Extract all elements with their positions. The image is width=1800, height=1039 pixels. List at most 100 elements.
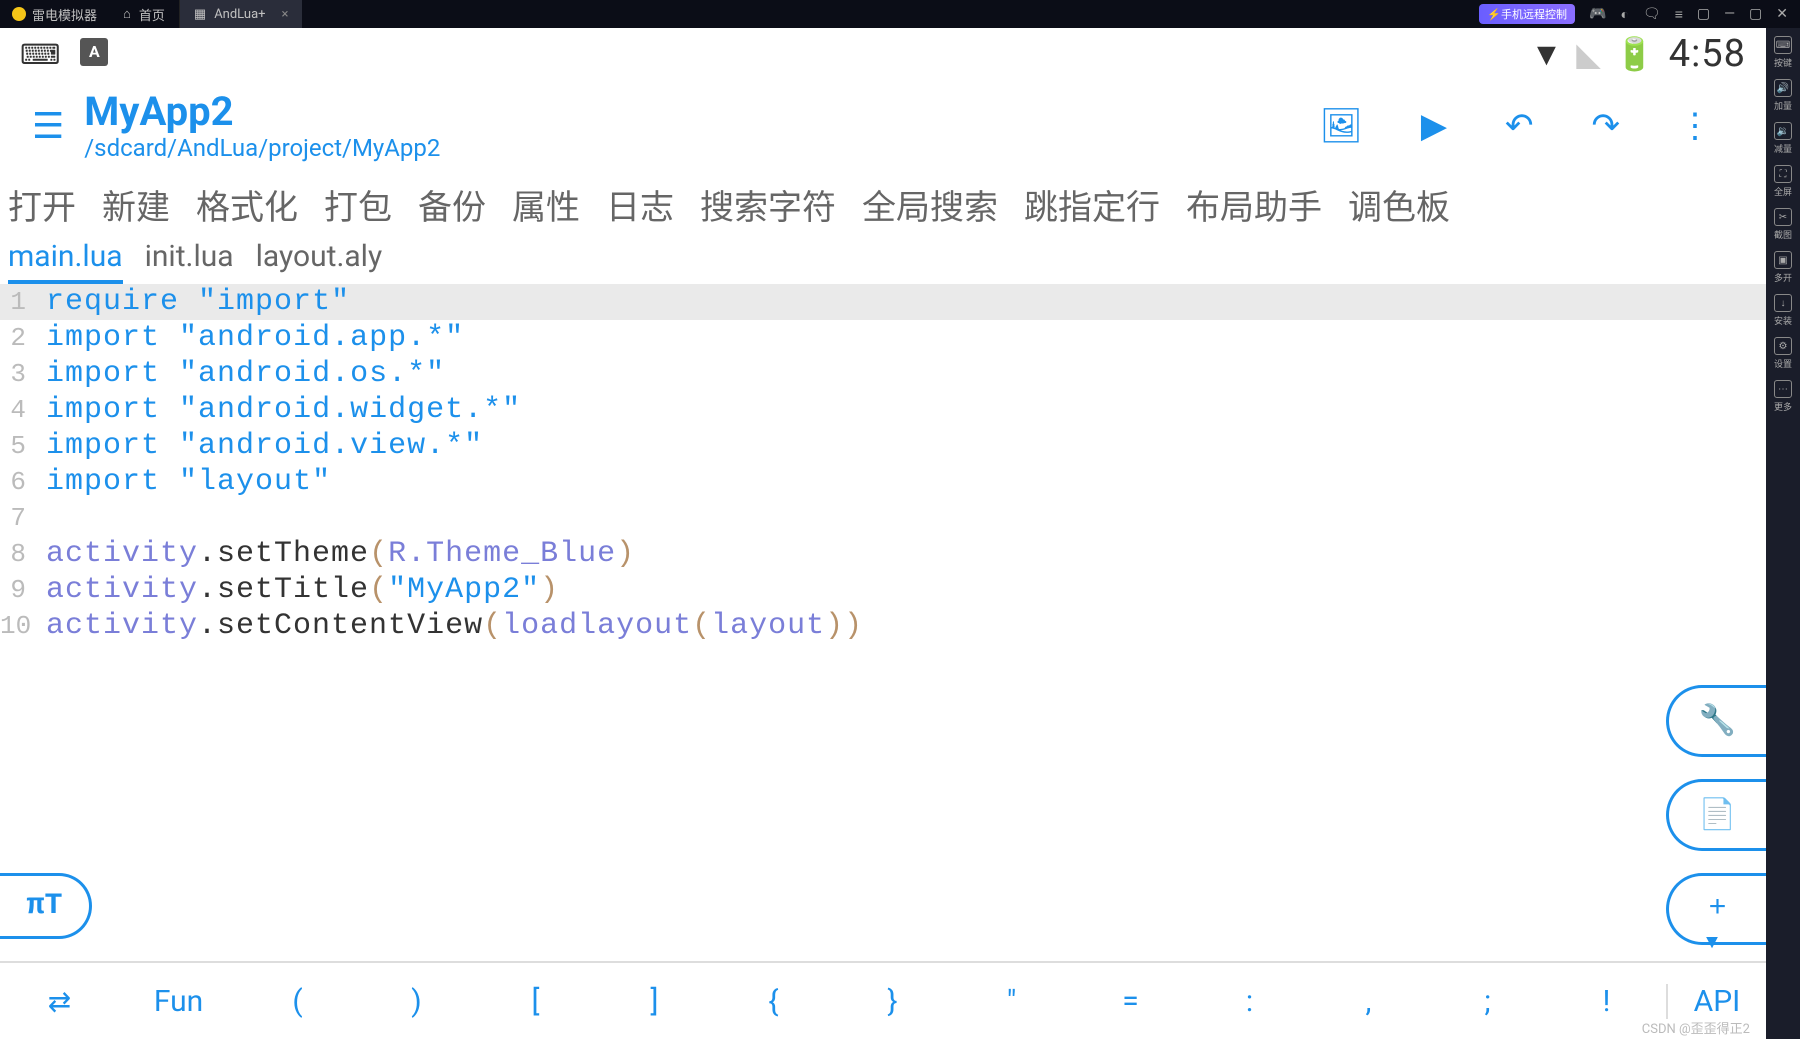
watermark: CSDN @歪歪得正2 — [1642, 1018, 1750, 1037]
undo-icon[interactable]: ↶ — [1505, 106, 1534, 146]
tool-3[interactable]: 打包 — [324, 180, 392, 229]
app-icon: ▦ — [194, 7, 206, 22]
signal-icon: ◣ — [1576, 35, 1601, 73]
code-line[interactable]: 9activity.setTitle("MyApp2") — [0, 572, 1766, 608]
side-icon: ⋯ — [1774, 380, 1792, 398]
symbol-5[interactable]: ] — [595, 984, 714, 1019]
redo-icon[interactable]: ↷ — [1592, 106, 1621, 146]
menu-icon[interactable]: ≡ — [1675, 6, 1683, 23]
emu-side-4[interactable]: ✂截图 — [1774, 208, 1792, 241]
side-icon: 🔊 — [1774, 79, 1792, 97]
side-icon: ↓ — [1774, 294, 1792, 312]
code-line[interactable]: 1require "import" — [0, 284, 1766, 320]
symbol-10[interactable]: : — [1190, 984, 1309, 1019]
file-tab-main.lua[interactable]: main.lua — [8, 239, 123, 284]
symbol-3[interactable]: ) — [357, 984, 476, 1019]
symbol-api[interactable]: API — [1666, 984, 1766, 1019]
file-tabs: main.lua init.lua layout.aly — [0, 233, 1766, 284]
emu-side-0[interactable]: ⌨按键 — [1774, 36, 1792, 69]
emu-side-6[interactable]: ↓安装 — [1774, 294, 1792, 327]
emu-side-5[interactable]: ▣多开 — [1774, 251, 1792, 284]
file-fab[interactable]: 📄 — [1666, 779, 1766, 851]
emulator-sidebar: ⌨按键 🔊加量 🔉减量 ⛶全屏 ✂截图 ▣多开 ↓安装 ⚙设置 ⋯更多 — [1766, 28, 1800, 1039]
gamepad-icon[interactable]: 🎮 — [1589, 6, 1606, 22]
caret-down-icon[interactable]: ▼ — [1706, 932, 1718, 955]
tool-1[interactable]: 新建 — [102, 180, 170, 229]
code-line[interactable]: 7 — [0, 500, 1766, 536]
maximize-icon[interactable]: ▢ — [1749, 6, 1762, 22]
code-line[interactable]: 5import "android.view.*" — [0, 428, 1766, 464]
symbol-9[interactable]: = — [1071, 984, 1190, 1019]
emu-side-7[interactable]: ⚙设置 — [1774, 337, 1792, 370]
symbol-0[interactable]: ⇄ — [0, 985, 119, 1018]
code-line[interactable]: 8activity.setTheme(R.Theme_Blue) — [0, 536, 1766, 572]
text-size-button[interactable]: πT — [0, 873, 92, 939]
multi-window-icon[interactable]: ▢ — [1697, 6, 1710, 22]
code-editor[interactable]: 1require "import"2import "android.app.*"… — [0, 284, 1766, 1039]
tool-9[interactable]: 跳指定行 — [1024, 180, 1160, 229]
close-window-icon[interactable]: ✕ — [1776, 6, 1788, 22]
symbol-12[interactable]: ; — [1428, 984, 1547, 1019]
tool-4[interactable]: 备份 — [418, 180, 486, 229]
emulator-logo: 雷电模拟器 — [0, 5, 109, 24]
symbol-11[interactable]: , — [1309, 984, 1428, 1019]
symbol-7[interactable]: } — [833, 984, 952, 1019]
line-number: 6 — [0, 467, 32, 497]
line-number: 3 — [0, 359, 32, 389]
keyboard-icon[interactable]: ⌨ — [20, 38, 60, 71]
tools-fab[interactable]: 🔧 — [1666, 685, 1766, 757]
emulator-window-controls: ⚡手机远程控制 🎮 ◐ 🗨 ≡ ▢ — ▢ ✕ — [1479, 4, 1800, 24]
line-number: 7 — [0, 503, 32, 533]
code-line[interactable]: 2import "android.app.*" — [0, 320, 1766, 356]
project-path: /sdcard/AndLua/project/MyApp2 — [84, 134, 440, 162]
emu-side-1[interactable]: 🔊加量 — [1774, 79, 1792, 112]
wifi-icon: ▼ — [1531, 35, 1563, 73]
code-line[interactable]: 6import "layout" — [0, 464, 1766, 500]
tool-7[interactable]: 搜索字符 — [700, 180, 836, 229]
remote-control-button[interactable]: ⚡手机远程控制 — [1479, 4, 1575, 24]
toolbar: 打开新建格式化打包备份属性日志搜索字符全局搜索跳指定行布局助手调色板 — [0, 172, 1766, 233]
overflow-menu-icon[interactable]: ⋮ — [1678, 106, 1712, 146]
symbol-6[interactable]: { — [714, 984, 833, 1019]
android-status-bar: ⌨ A ▼ ◣ 🔋 4:58 — [0, 28, 1766, 80]
side-icon: ▣ — [1774, 251, 1792, 269]
emu-side-2[interactable]: 🔉减量 — [1774, 122, 1792, 155]
line-number: 5 — [0, 431, 32, 461]
play-icon[interactable]: ▶ — [1421, 106, 1447, 146]
line-number: 10 — [0, 611, 32, 641]
notification-icon[interactable]: 🗨 — [1643, 6, 1661, 22]
tool-10[interactable]: 布局助手 — [1186, 180, 1322, 229]
code-line[interactable]: 10activity.setContentView(loadlayout(lay… — [0, 608, 1766, 644]
language-badge[interactable]: A — [80, 38, 108, 66]
line-number: 1 — [0, 287, 32, 317]
moon-icon[interactable]: ◐ — [1620, 6, 1628, 23]
tool-11[interactable]: 调色板 — [1348, 180, 1450, 229]
symbol-13[interactable]: ! — [1547, 984, 1666, 1019]
battery-icon: 🔋 — [1615, 35, 1655, 73]
tool-8[interactable]: 全局搜索 — [862, 180, 998, 229]
image-icon[interactable]: 🖼 — [1320, 106, 1363, 146]
close-tab-icon[interactable]: × — [282, 7, 289, 22]
hamburger-menu-icon[interactable]: ☰ — [24, 97, 84, 155]
file-tab-layout.aly[interactable]: layout.aly — [256, 239, 383, 284]
emu-side-8[interactable]: ⋯更多 — [1774, 380, 1792, 413]
symbol-bar: ⇄Fun()[]{}"=:,;!API — [0, 961, 1766, 1039]
status-time: 4:58 — [1669, 32, 1746, 76]
emulator-title-bar: 雷电模拟器 ⌂ 首页 ▦ AndLua+ × ⚡手机远程控制 🎮 ◐ 🗨 ≡ ▢… — [0, 0, 1800, 28]
tool-6[interactable]: 日志 — [606, 180, 674, 229]
code-line[interactable]: 4import "android.widget.*" — [0, 392, 1766, 428]
minimize-icon[interactable]: — — [1724, 6, 1735, 22]
symbol-1[interactable]: Fun — [119, 984, 238, 1019]
symbol-4[interactable]: [ — [476, 984, 595, 1019]
symbol-8[interactable]: " — [952, 984, 1071, 1019]
emulator-tab-andlua[interactable]: ▦ AndLua+ × — [180, 0, 303, 28]
tool-2[interactable]: 格式化 — [196, 180, 298, 229]
symbol-2[interactable]: ( — [238, 984, 357, 1019]
emulator-tab-home[interactable]: ⌂ 首页 — [109, 0, 180, 28]
tool-0[interactable]: 打开 — [8, 180, 76, 229]
line-number: 9 — [0, 575, 32, 605]
file-tab-init.lua[interactable]: init.lua — [145, 239, 234, 284]
emu-side-3[interactable]: ⛶全屏 — [1774, 165, 1792, 198]
code-line[interactable]: 3import "android.os.*" — [0, 356, 1766, 392]
tool-5[interactable]: 属性 — [512, 180, 580, 229]
